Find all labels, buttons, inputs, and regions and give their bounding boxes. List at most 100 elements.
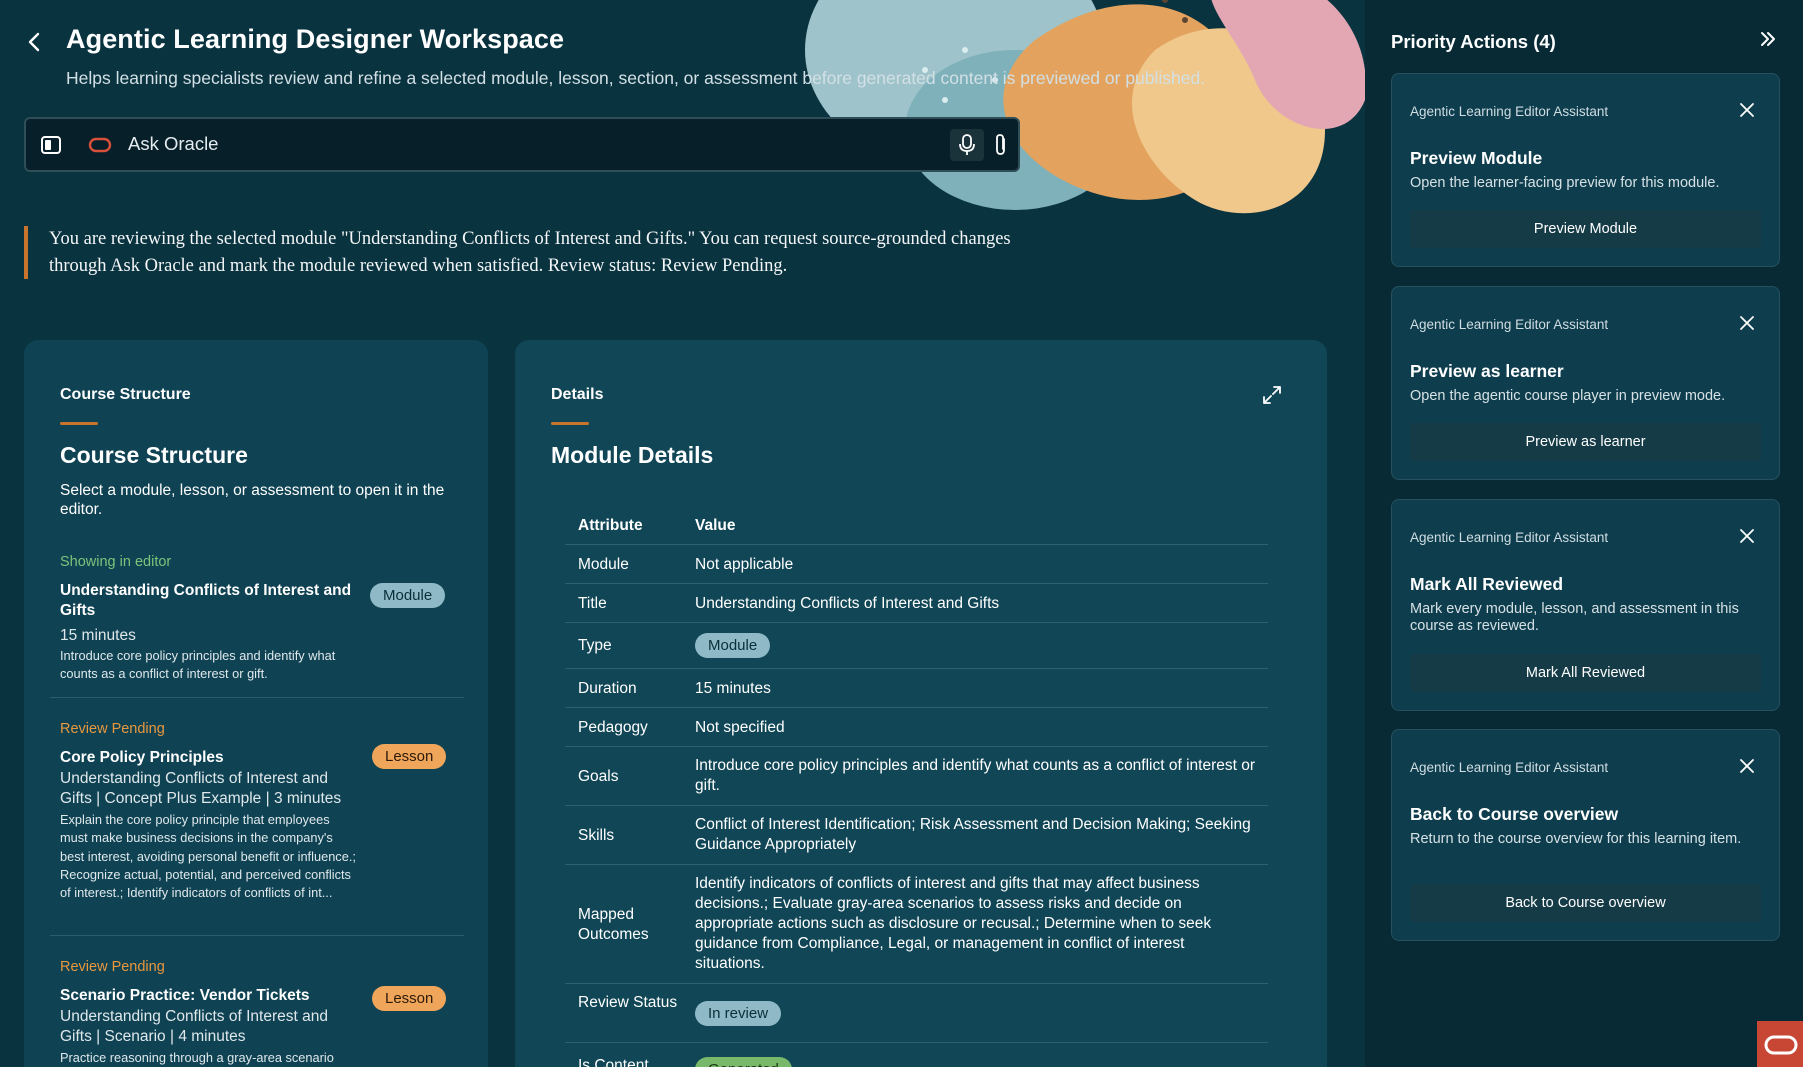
value-cell: Not specified (695, 719, 785, 736)
action-description: Return to the course overview for this l… (1410, 831, 1742, 847)
value-cell: Understanding Conflicts of Interest and … (695, 595, 1000, 612)
action-source: Agentic Learning Editor Assistant (1410, 317, 1609, 332)
double-chevron-right-icon[interactable] (1757, 28, 1779, 50)
table-row: Title Understanding Conflicts of Interes… (565, 584, 1268, 623)
action-title: Mark All Reviewed (1410, 574, 1564, 594)
item-type-badge: Module (370, 583, 446, 608)
back-to-course-overview-button[interactable]: Back to Course overview (1410, 884, 1761, 922)
close-icon[interactable] (1739, 102, 1755, 118)
main-workspace: Agentic Learning Designer Workspace Help… (0, 0, 1365, 1067)
ask-oracle-bar[interactable]: Ask Oracle (24, 117, 1020, 172)
action-description: Open the agentic course player in previe… (1410, 388, 1726, 404)
divider (50, 935, 464, 936)
action-source: Agentic Learning Editor Assistant (1410, 530, 1609, 545)
preview-module-button[interactable]: Preview Module (1410, 210, 1761, 248)
close-icon[interactable] (1739, 528, 1755, 544)
item-meta: Understanding Conflicts of Interest and … (60, 770, 342, 807)
page-title: Agentic Learning Designer Workspace (66, 24, 565, 54)
course-structure-card: Course Structure Course Structure Select… (24, 340, 488, 1067)
attribute-cell: Mapped Outcomes (578, 906, 649, 943)
value-cell: Introduce core policy principles and ide… (695, 757, 1256, 794)
priority-action-card: Agentic Learning Editor Assistant Previe… (1391, 73, 1780, 267)
chevron-left-icon (28, 32, 40, 52)
table-row: Review Status In review (565, 984, 1268, 1043)
ask-oracle-input[interactable]: Ask Oracle (128, 133, 218, 155)
structure-heading: Course Structure (60, 442, 248, 468)
item-title: Understanding Conflicts of Interest and … (60, 582, 352, 619)
priority-actions-panel: Priority Actions (4) Agentic Learning Ed… (1365, 0, 1803, 1067)
review-notice: You are reviewing the selected module "U… (24, 226, 1024, 279)
value-cell: 15 minutes (695, 680, 771, 697)
close-icon[interactable] (1739, 315, 1755, 331)
attribute-cell: Review Status (578, 994, 678, 1011)
value-cell: Conflict of Interest Identification; Ris… (695, 816, 1251, 853)
table-row: Module Not applicable (565, 545, 1268, 584)
action-source: Agentic Learning Editor Assistant (1410, 760, 1609, 775)
item-description: Practice reasoning through a gray-area s… (60, 1050, 334, 1065)
value-cell: Not applicable (695, 556, 794, 573)
oracle-assistant-launcher[interactable] (1757, 1021, 1803, 1067)
paperclip-icon (996, 134, 1005, 155)
action-description: Mark every module, lesson, and assessmen… (1410, 601, 1739, 634)
tab-course-structure[interactable]: Course Structure (60, 386, 191, 404)
item-status: Review Pending (60, 959, 165, 975)
table-row: Duration 15 minutes (565, 669, 1268, 708)
item-status: Showing in editor (60, 554, 172, 570)
type-badge: Module (695, 633, 771, 658)
tab-underline (60, 422, 98, 425)
attribute-cell: Type (578, 637, 612, 654)
table-row: Mapped Outcomes Identify indicators of c… (565, 865, 1268, 984)
attach-button[interactable] (988, 129, 1014, 161)
item-type-badge: Lesson (372, 986, 447, 1011)
attribute-cell: Duration (578, 680, 637, 697)
attribute-cell: Module (578, 556, 629, 573)
page-subtitle: Helps learning specialists review and re… (66, 68, 1206, 88)
review-status-badge: In review (695, 1001, 782, 1026)
table-row: Type Module (565, 623, 1268, 669)
structure-item-lesson[interactable]: Review Pending Core Policy Principles Le… (60, 721, 470, 941)
action-description: Open the learner-facing preview for this… (1410, 175, 1720, 191)
item-status: Review Pending (60, 721, 165, 737)
panel-toggle-icon[interactable] (40, 134, 62, 156)
structure-description: Select a module, lesson, or assessment t… (60, 482, 445, 518)
priority-actions-title: Priority Actions (4) (1391, 31, 1556, 52)
action-title: Back to Course overview (1410, 804, 1619, 824)
table-header-row: Attribute Value (565, 508, 1268, 545)
divider (50, 697, 464, 698)
attribute-cell: Is Content (578, 1057, 649, 1067)
content-status-badge: Generated (695, 1057, 792, 1067)
item-title: Scenario Practice: Vendor Tickets (60, 987, 310, 1004)
tab-details[interactable]: Details (551, 386, 603, 404)
preview-as-learner-button[interactable]: Preview as learner (1410, 423, 1761, 461)
mark-all-reviewed-button[interactable]: Mark All Reviewed (1410, 654, 1761, 692)
back-button[interactable] (24, 28, 46, 56)
item-description: Explain the core policy principle that e… (60, 812, 356, 901)
item-type-badge: Lesson (372, 744, 447, 769)
table-row: Pedagogy Not specified (565, 708, 1268, 747)
attribute-cell: Title (578, 595, 607, 612)
column-header-attribute: Attribute (578, 517, 643, 534)
structure-item-lesson[interactable]: Review Pending Scenario Practice: Vendor… (60, 959, 470, 1067)
attribute-cell: Pedagogy (578, 719, 648, 736)
oracle-logo-icon (1764, 1035, 1798, 1055)
item-title: Core Policy Principles (60, 749, 224, 766)
structure-item-module[interactable]: Showing in editor Understanding Conflict… (60, 554, 470, 714)
microphone-icon (959, 134, 975, 155)
expand-icon[interactable] (1261, 384, 1283, 406)
action-title: Preview as learner (1410, 361, 1564, 381)
item-meta: Understanding Conflicts of Interest and … (60, 1008, 328, 1045)
action-title: Preview Module (1410, 148, 1543, 168)
value-cell: Identify indicators of conflicts of inte… (695, 875, 1212, 972)
microphone-button[interactable] (950, 129, 984, 161)
column-header-value: Value (695, 517, 736, 534)
priority-action-card: Agentic Learning Editor Assistant Mark A… (1391, 499, 1780, 711)
item-description: Introduce core policy principles and ide… (60, 648, 336, 682)
table-row: Goals Introduce core policy principles a… (565, 747, 1268, 806)
table-row: Is Content Generated (565, 1043, 1268, 1067)
attribute-cell: Goals (578, 768, 619, 785)
table-row: Skills Conflict of Interest Identificati… (565, 806, 1268, 865)
oracle-logo-icon (88, 137, 112, 153)
close-icon[interactable] (1739, 758, 1755, 774)
details-heading: Module Details (551, 442, 714, 468)
action-source: Agentic Learning Editor Assistant (1410, 104, 1609, 119)
